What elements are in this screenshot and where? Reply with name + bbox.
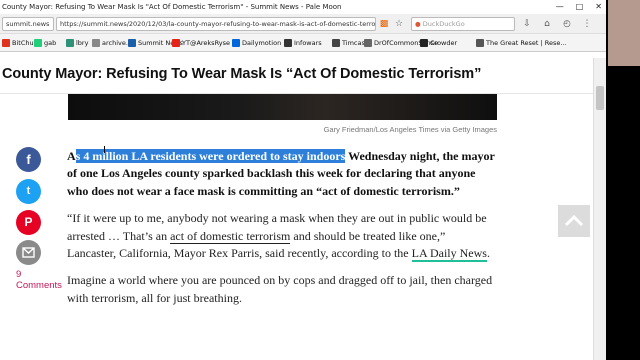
bookmark-star-icon[interactable]: ☆ bbox=[392, 17, 406, 31]
url-bar[interactable]: https://summit.news/2020/12/03/la-county… bbox=[56, 17, 376, 31]
duckduckgo-icon: ● bbox=[415, 20, 421, 28]
download-icon[interactable]: ⇩ bbox=[520, 17, 534, 31]
text-cursor-icon: I bbox=[103, 145, 106, 156]
bookmark-item[interactable]: The Great Reset | Rese... bbox=[476, 38, 567, 48]
pinterest-icon: P bbox=[24, 215, 33, 229]
twitter-share-button[interactable]: t bbox=[16, 179, 41, 204]
maximize-icon[interactable]: □ bbox=[576, 0, 584, 14]
bookmark-favicon-icon bbox=[34, 39, 42, 47]
body-paragraph: Imagine a world where you are pounced on… bbox=[67, 273, 493, 305]
close-icon[interactable]: ✕ bbox=[595, 0, 602, 14]
photo-credit: Gary Friedman/Los Angeles Times via Gett… bbox=[323, 125, 497, 134]
article-body: As 4 million LA residents were ordered t… bbox=[67, 148, 497, 317]
bookmark-label: Crowder bbox=[430, 39, 458, 47]
search-field[interactable]: ● DuckDuckGo bbox=[411, 17, 515, 31]
bookmark-favicon-icon bbox=[2, 39, 10, 47]
rss-icon[interactable]: ▩ bbox=[377, 17, 391, 31]
scrollbar[interactable] bbox=[593, 58, 606, 360]
article-headline: County Mayor: Refusing To Wear Mask Is “… bbox=[2, 66, 482, 82]
site-identity[interactable]: summit.news bbox=[2, 17, 54, 31]
home-icon[interactable]: ⌂ bbox=[540, 17, 554, 31]
bookmark-item[interactable]: Infowars bbox=[284, 38, 322, 48]
quote-paragraph: “If it were up to me, anybody not wearin… bbox=[67, 211, 490, 263]
bookmark-favicon-icon bbox=[92, 39, 100, 47]
scroll-to-top-button[interactable] bbox=[558, 205, 590, 237]
webcam-overlay bbox=[608, 0, 640, 66]
bookmark-item[interactable]: Dailymotion bbox=[232, 38, 281, 48]
bookmark-label: Dailymotion bbox=[242, 39, 282, 47]
comments-label: Comments bbox=[16, 280, 62, 291]
chevron-up-icon bbox=[564, 214, 584, 227]
bookmark-label: gab bbox=[44, 39, 57, 47]
bookmark-favicon-icon bbox=[128, 39, 136, 47]
bookmark-favicon-icon bbox=[66, 39, 74, 47]
site-header: County Mayor: Refusing To Wear Mask Is “… bbox=[0, 58, 606, 94]
lead-paragraph: As 4 million LA residents were ordered t… bbox=[67, 149, 495, 198]
bookmark-item[interactable]: archive.is bbox=[92, 38, 133, 48]
domestic-terrorism-link[interactable]: act of domestic terrorism bbox=[170, 228, 291, 244]
email-share-button[interactable] bbox=[16, 240, 41, 265]
bookmarks-bar: BitChute gab lbry archive.is Summit News YT@A… bbox=[0, 34, 606, 52]
bookmark-item[interactable]: Crowder bbox=[420, 38, 457, 48]
bookmark-item[interactable]: gab bbox=[34, 38, 56, 48]
bookmark-label: YT@AreksRyse bbox=[182, 39, 230, 47]
bookmark-favicon-icon bbox=[284, 39, 292, 47]
window-title: County Mayor: Refusing To Wear Mask Is "… bbox=[2, 3, 342, 11]
bookmark-label: lbry bbox=[76, 39, 89, 47]
menu-icon[interactable]: ⋮ bbox=[580, 17, 594, 31]
bookmark-favicon-icon bbox=[232, 39, 240, 47]
bookmark-favicon-icon bbox=[476, 39, 484, 47]
comments-link[interactable]: 9 Comments bbox=[16, 269, 62, 291]
facebook-share-button[interactable]: f bbox=[16, 147, 41, 172]
title-bar: County Mayor: Refusing To Wear Mask Is "… bbox=[0, 0, 606, 14]
bookmark-favicon-icon bbox=[172, 39, 180, 47]
bookmark-label: Infowars bbox=[294, 39, 322, 47]
bookmark-item[interactable]: lbry bbox=[66, 38, 88, 48]
la-daily-news-link[interactable]: LA Daily News bbox=[411, 246, 487, 263]
bookmark-favicon-icon bbox=[420, 39, 428, 47]
pinterest-share-button[interactable]: P bbox=[16, 210, 41, 235]
selected-text: s 4 million LA residents were ordered to… bbox=[75, 149, 346, 163]
hero-image bbox=[68, 94, 497, 120]
scrollbar-thumb[interactable] bbox=[596, 86, 604, 110]
facebook-icon: f bbox=[26, 152, 31, 167]
bookmark-favicon-icon bbox=[332, 39, 340, 47]
comment-count: 9 bbox=[16, 269, 22, 280]
bookmark-item[interactable]: Timcast bbox=[332, 38, 367, 48]
bookmark-item[interactable]: YT@AreksRyse bbox=[172, 38, 230, 48]
browser-window: County Mayor: Refusing To Wear Mask Is "… bbox=[0, 0, 606, 360]
bookmark-label: The Great Reset | Rese... bbox=[486, 39, 567, 47]
minimize-icon[interactable]: — bbox=[556, 0, 564, 14]
bookmark-favicon-icon bbox=[364, 39, 372, 47]
navigation-toolbar: summit.news https://summit.news/2020/12/… bbox=[0, 14, 606, 34]
history-icon[interactable]: ◴ bbox=[560, 17, 574, 31]
email-icon bbox=[22, 247, 35, 258]
twitter-icon: t bbox=[26, 185, 31, 197]
